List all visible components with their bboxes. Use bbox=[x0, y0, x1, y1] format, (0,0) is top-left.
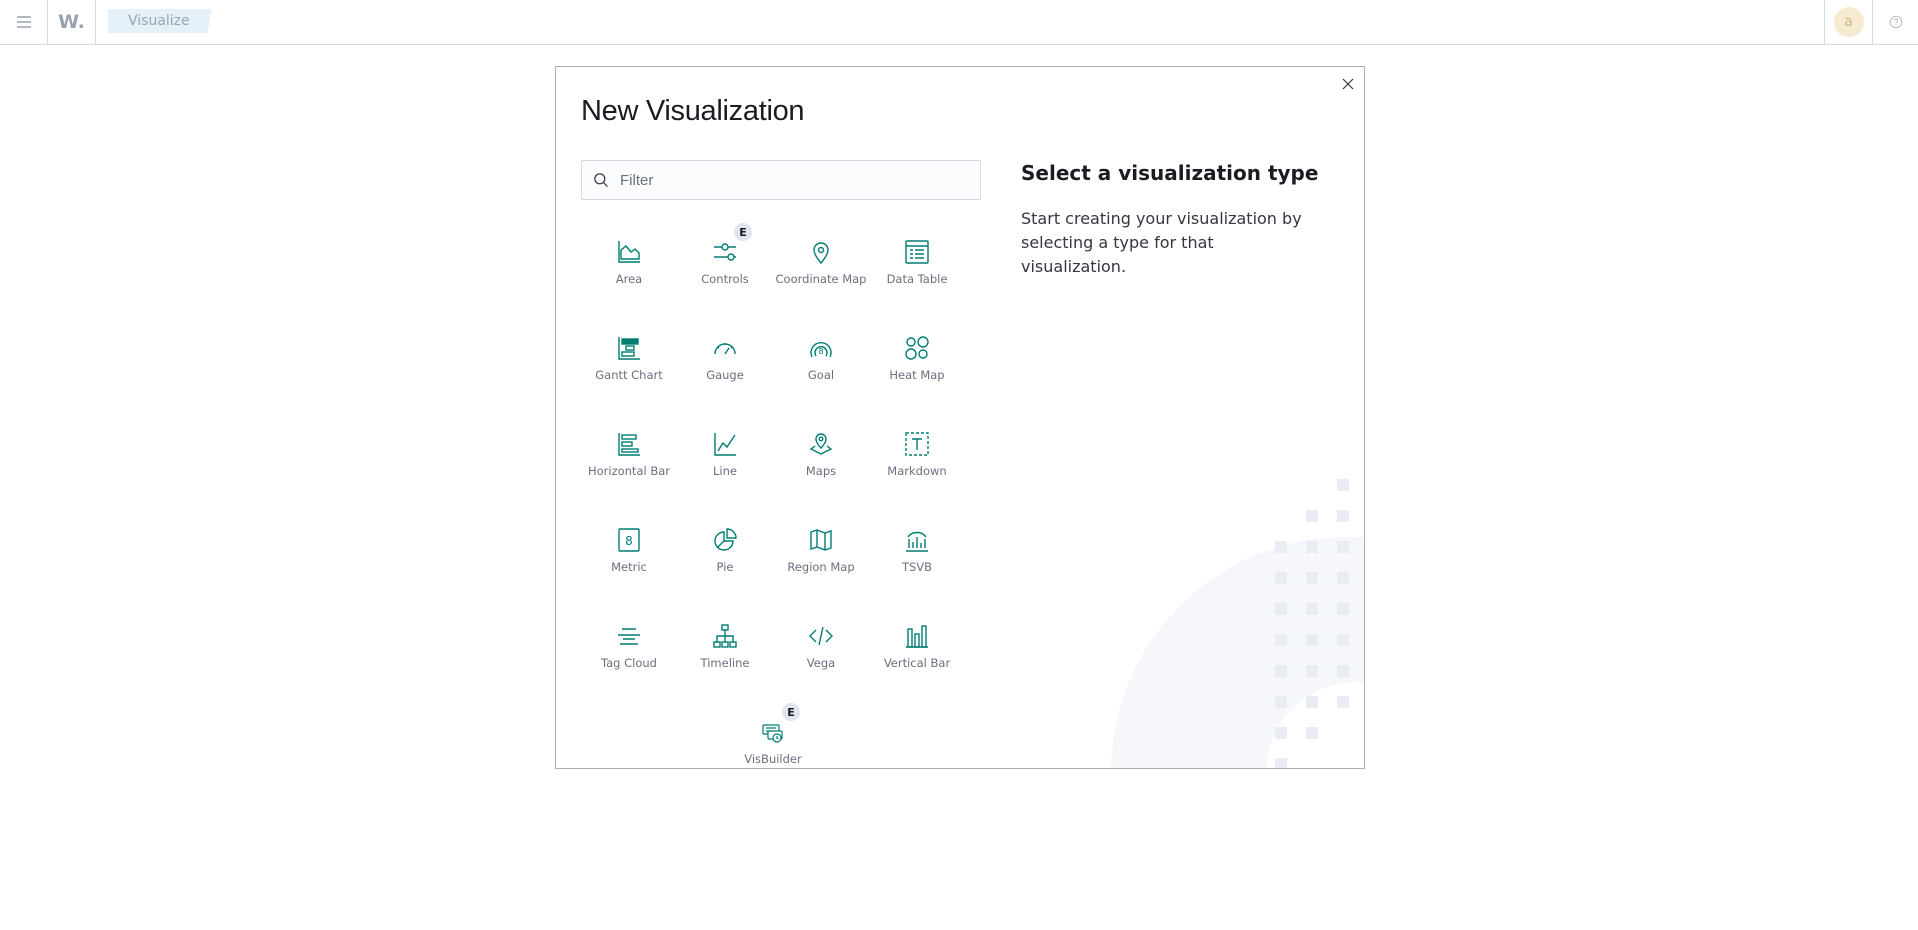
type-region-map[interactable]: Region Map bbox=[773, 505, 869, 585]
gantt-chart-icon bbox=[614, 333, 644, 363]
tsvb-icon bbox=[902, 525, 932, 555]
visualization-type-grid: Area E Controls Coordinate Map Data Tabl… bbox=[581, 217, 981, 768]
goal-icon: 8 bbox=[806, 333, 836, 363]
search-input[interactable] bbox=[620, 162, 970, 198]
type-line[interactable]: Line bbox=[677, 409, 773, 489]
type-coordinate-map[interactable]: Coordinate Map bbox=[773, 217, 869, 297]
type-gauge[interactable]: Gauge bbox=[677, 313, 773, 393]
timeline-icon bbox=[710, 621, 740, 651]
visbuilder-icon bbox=[758, 717, 788, 747]
description-text: Start creating your visualization by sel… bbox=[1021, 209, 1302, 276]
top-header: W. Visualize a bbox=[0, 0, 1918, 45]
experimental-badge: E bbox=[734, 223, 752, 241]
table-icon bbox=[902, 237, 932, 267]
region-map-icon bbox=[806, 525, 836, 555]
heat-map-icon bbox=[902, 333, 932, 363]
pie-chart-icon bbox=[710, 525, 740, 555]
decorative-illustration bbox=[1111, 479, 1364, 768]
type-vertical-bar[interactable]: Vertical Bar bbox=[869, 601, 965, 681]
type-maps[interactable]: Maps bbox=[773, 409, 869, 489]
type-goal[interactable]: 8 Goal bbox=[773, 313, 869, 393]
experimental-badge: E bbox=[782, 703, 800, 721]
type-vega[interactable]: Vega bbox=[773, 601, 869, 681]
gauge-icon bbox=[710, 333, 740, 363]
menu-button[interactable] bbox=[0, 0, 48, 44]
avatar[interactable]: a bbox=[1833, 7, 1864, 37]
home-logo[interactable]: W. bbox=[48, 0, 96, 44]
area-chart-icon bbox=[614, 237, 644, 267]
close-button[interactable] bbox=[1337, 73, 1359, 95]
horizontal-bar-icon bbox=[614, 429, 644, 459]
controls-icon bbox=[710, 237, 740, 267]
type-data-table[interactable]: Data Table bbox=[869, 217, 965, 297]
modal-title: New Visualization bbox=[581, 95, 805, 127]
search-icon bbox=[582, 161, 620, 199]
type-area[interactable]: Area bbox=[581, 217, 677, 297]
user-menu: a bbox=[1824, 0, 1872, 44]
type-markdown[interactable]: Markdown bbox=[869, 409, 965, 489]
new-visualization-modal: New Visualization Area E Controls Coordi… bbox=[555, 66, 1365, 769]
type-timeline[interactable]: Timeline bbox=[677, 601, 773, 681]
svg-text:8: 8 bbox=[625, 534, 633, 548]
type-pie[interactable]: Pie bbox=[677, 505, 773, 585]
code-icon bbox=[806, 621, 836, 651]
type-tsvb[interactable]: TSVB bbox=[869, 505, 965, 585]
line-chart-icon bbox=[710, 429, 740, 459]
metric-icon: 8 bbox=[614, 525, 644, 555]
breadcrumb-visualize[interactable]: Visualize bbox=[108, 9, 212, 33]
type-visbuilder[interactable]: E VisBuilder bbox=[725, 697, 821, 768]
description-title: Select a visualization type bbox=[1021, 161, 1319, 185]
hamburger-icon bbox=[16, 16, 31, 28]
type-gantt-chart[interactable]: Gantt Chart bbox=[581, 313, 677, 393]
maps-icon bbox=[806, 429, 836, 459]
filter-search bbox=[581, 160, 981, 200]
type-tag-cloud[interactable]: Tag Cloud bbox=[581, 601, 677, 681]
type-horizontal-bar[interactable]: Horizontal Bar bbox=[581, 409, 677, 489]
type-controls[interactable]: E Controls bbox=[677, 217, 773, 297]
vertical-bar-icon bbox=[902, 621, 932, 651]
type-heat-map[interactable]: Heat Map bbox=[869, 313, 965, 393]
markdown-icon bbox=[902, 429, 932, 459]
help-menu bbox=[1872, 0, 1918, 44]
tag-cloud-icon bbox=[614, 621, 644, 651]
help-icon[interactable] bbox=[1889, 15, 1903, 29]
type-metric[interactable]: 8 Metric bbox=[581, 505, 677, 585]
map-marker-icon bbox=[806, 237, 836, 267]
svg-text:8: 8 bbox=[818, 347, 823, 356]
close-icon bbox=[1342, 78, 1354, 90]
